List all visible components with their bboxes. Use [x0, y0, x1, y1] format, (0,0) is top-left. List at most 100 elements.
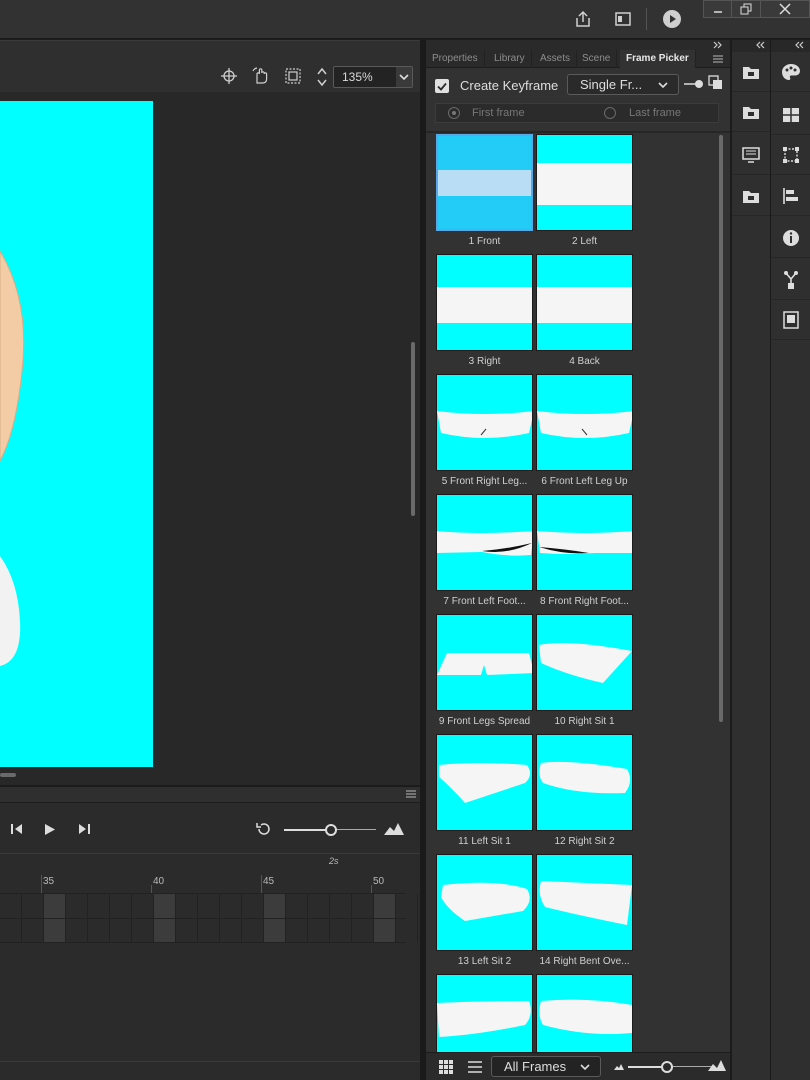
ruler-seconds: 2s: [329, 856, 339, 866]
grid-view-icon[interactable]: [438, 1059, 454, 1075]
frame-thumbnail-image: [436, 134, 533, 231]
create-keyframe-checkbox[interactable]: [435, 79, 449, 93]
last-frame-label: Last frame: [629, 107, 681, 119]
frame-picker-options: Create Keyframe Single Fr... First frame…: [426, 68, 730, 132]
assets-folder-icon[interactable]: [732, 92, 770, 132]
frame-thumbnail-image: [536, 974, 633, 1054]
application-bar: [0, 0, 810, 39]
last-frame-radio[interactable]: [604, 107, 616, 119]
snap-icon[interactable]: [220, 67, 238, 85]
step-back-icon[interactable]: [6, 819, 28, 839]
align-icon[interactable]: [771, 176, 810, 216]
tab-library[interactable]: Library: [488, 50, 532, 68]
timeline-divider: [0, 1061, 420, 1062]
step-forward-icon[interactable]: [73, 819, 95, 839]
frame-thumbnail-image: [536, 254, 633, 351]
tab-properties[interactable]: Properties: [426, 50, 485, 68]
frame-filter-dropdown[interactable]: All Frames: [491, 1056, 601, 1077]
ruler-number: 35: [43, 876, 55, 887]
loop-icon[interactable]: [253, 819, 275, 839]
frame-thumbnail-label: 9 Front Legs Spread: [438, 716, 531, 727]
chevron-down-icon[interactable]: [396, 67, 412, 87]
clip-stage-icon[interactable]: [284, 67, 302, 85]
ruler-number: 50: [373, 876, 385, 887]
panel-collapse-bar: [426, 40, 730, 50]
frame-thumbnail-label: 3 Right: [468, 356, 501, 367]
icon-panel-column-1: [731, 40, 770, 1080]
library-folder-icon[interactable]: [732, 52, 770, 92]
restore-button[interactable]: [731, 0, 761, 18]
zoom-select[interactable]: 135%: [333, 66, 413, 88]
frame-thumbnail-label: 5 Front Right Leg...: [441, 476, 528, 487]
create-keyframe-label: Create Keyframe: [460, 78, 559, 93]
frame-mode-dropdown[interactable]: Single Fr...: [567, 74, 679, 95]
play-icon[interactable]: [39, 819, 61, 839]
frame-thumbnail-label: 6 Front Left Leg Up: [541, 476, 628, 487]
motion-presets-icon[interactable]: [771, 260, 810, 300]
stage-horizontal-scrollbar[interactable]: [0, 773, 16, 777]
test-movie-play-icon[interactable]: [659, 6, 685, 32]
zoom-stepper-icon[interactable]: [315, 65, 329, 89]
options-separator: [426, 131, 730, 133]
tab-scene[interactable]: Scene: [576, 50, 618, 68]
timeline-row-line: [0, 918, 406, 919]
timeline-frames[interactable]: [0, 893, 418, 943]
timeline-row-line: [0, 893, 406, 894]
color-palette-icon[interactable]: [771, 52, 810, 92]
layout-icon[interactable]: [610, 6, 636, 32]
hand-rotate-icon[interactable]: [251, 66, 271, 86]
frame-range-options: First frame Last frame: [435, 103, 719, 123]
minimize-button[interactable]: [703, 0, 733, 18]
frame-picker-footer: All Frames: [426, 1052, 730, 1080]
frame-thumbnail-label: 11 Left Sit 1: [458, 836, 511, 847]
frame-mode-value: Single Fr...: [580, 77, 643, 92]
ruler-number: 45: [263, 876, 275, 887]
frame-thumbnail-image: [436, 254, 533, 351]
stage-canvas[interactable]: [0, 101, 153, 767]
thumbnail-size-slider[interactable]: [628, 1061, 712, 1073]
timeline-ruler[interactable]: 35 40 45 50 2s: [0, 853, 420, 893]
transform-icon[interactable]: [771, 135, 810, 175]
expand-panel-icon[interactable]: [756, 41, 766, 49]
close-window-button[interactable]: [760, 0, 810, 18]
scene-folder-icon[interactable]: [732, 176, 770, 216]
info-icon[interactable]: [771, 218, 810, 258]
small-mountain-icon[interactable]: [614, 1064, 624, 1070]
panel-menu-icon[interactable]: [713, 55, 723, 63]
panel-collapse-bar: [771, 40, 810, 52]
frame-thumbnail-image: [436, 374, 533, 471]
first-frame-radio[interactable]: [448, 107, 460, 119]
stage-vertical-scrollbar[interactable]: [411, 342, 415, 516]
duplicate-frames-icon[interactable]: [708, 75, 724, 91]
chevron-down-icon: [658, 81, 668, 89]
swatches-icon[interactable]: [771, 95, 810, 135]
list-view-icon[interactable]: [467, 1059, 483, 1075]
frame-thumbnail-image: [536, 374, 633, 471]
expand-panel-icon[interactable]: [795, 41, 805, 49]
frame-thumbnail-image: [536, 614, 633, 711]
first-frame-label: First frame: [472, 107, 525, 119]
zoom-value: 135%: [342, 70, 373, 84]
timeline-menu-icon[interactable]: [406, 790, 416, 798]
ruler-number: 40: [153, 876, 165, 887]
frame-thumbnail-image: [536, 494, 633, 591]
components-book-icon[interactable]: [771, 300, 810, 340]
frame-thumbnail-label: 4 Back: [569, 356, 600, 367]
share-icon[interactable]: [570, 6, 596, 32]
stage-toolbar: 135%: [0, 40, 420, 92]
mountain-zoom-icon[interactable]: [383, 819, 405, 839]
frame-filter-value: All Frames: [504, 1059, 567, 1074]
panel-tabs: Properties Library Assets Scene Frame Pi…: [426, 50, 730, 68]
tab-assets[interactable]: Assets: [534, 50, 578, 68]
tab-frame-picker[interactable]: Frame Picker: [620, 50, 696, 68]
frame-thumbnail-image: [436, 854, 533, 951]
frame-grid-scrollbar[interactable]: [719, 135, 723, 722]
frame-thumbnail-label: 14 Right Bent Ove...: [539, 956, 630, 967]
large-mountain-icon[interactable]: [708, 1060, 726, 1071]
link-toggle-icon[interactable]: [684, 79, 704, 89]
frame-picker-panel: Properties Library Assets Scene Frame Pi…: [426, 40, 730, 1080]
frame-thumbnail-label: 2 Left: [571, 236, 598, 247]
timeline-zoom-slider[interactable]: [284, 824, 376, 836]
collapse-panel-icon[interactable]: [713, 41, 723, 49]
output-monitor-icon[interactable]: [732, 135, 770, 175]
